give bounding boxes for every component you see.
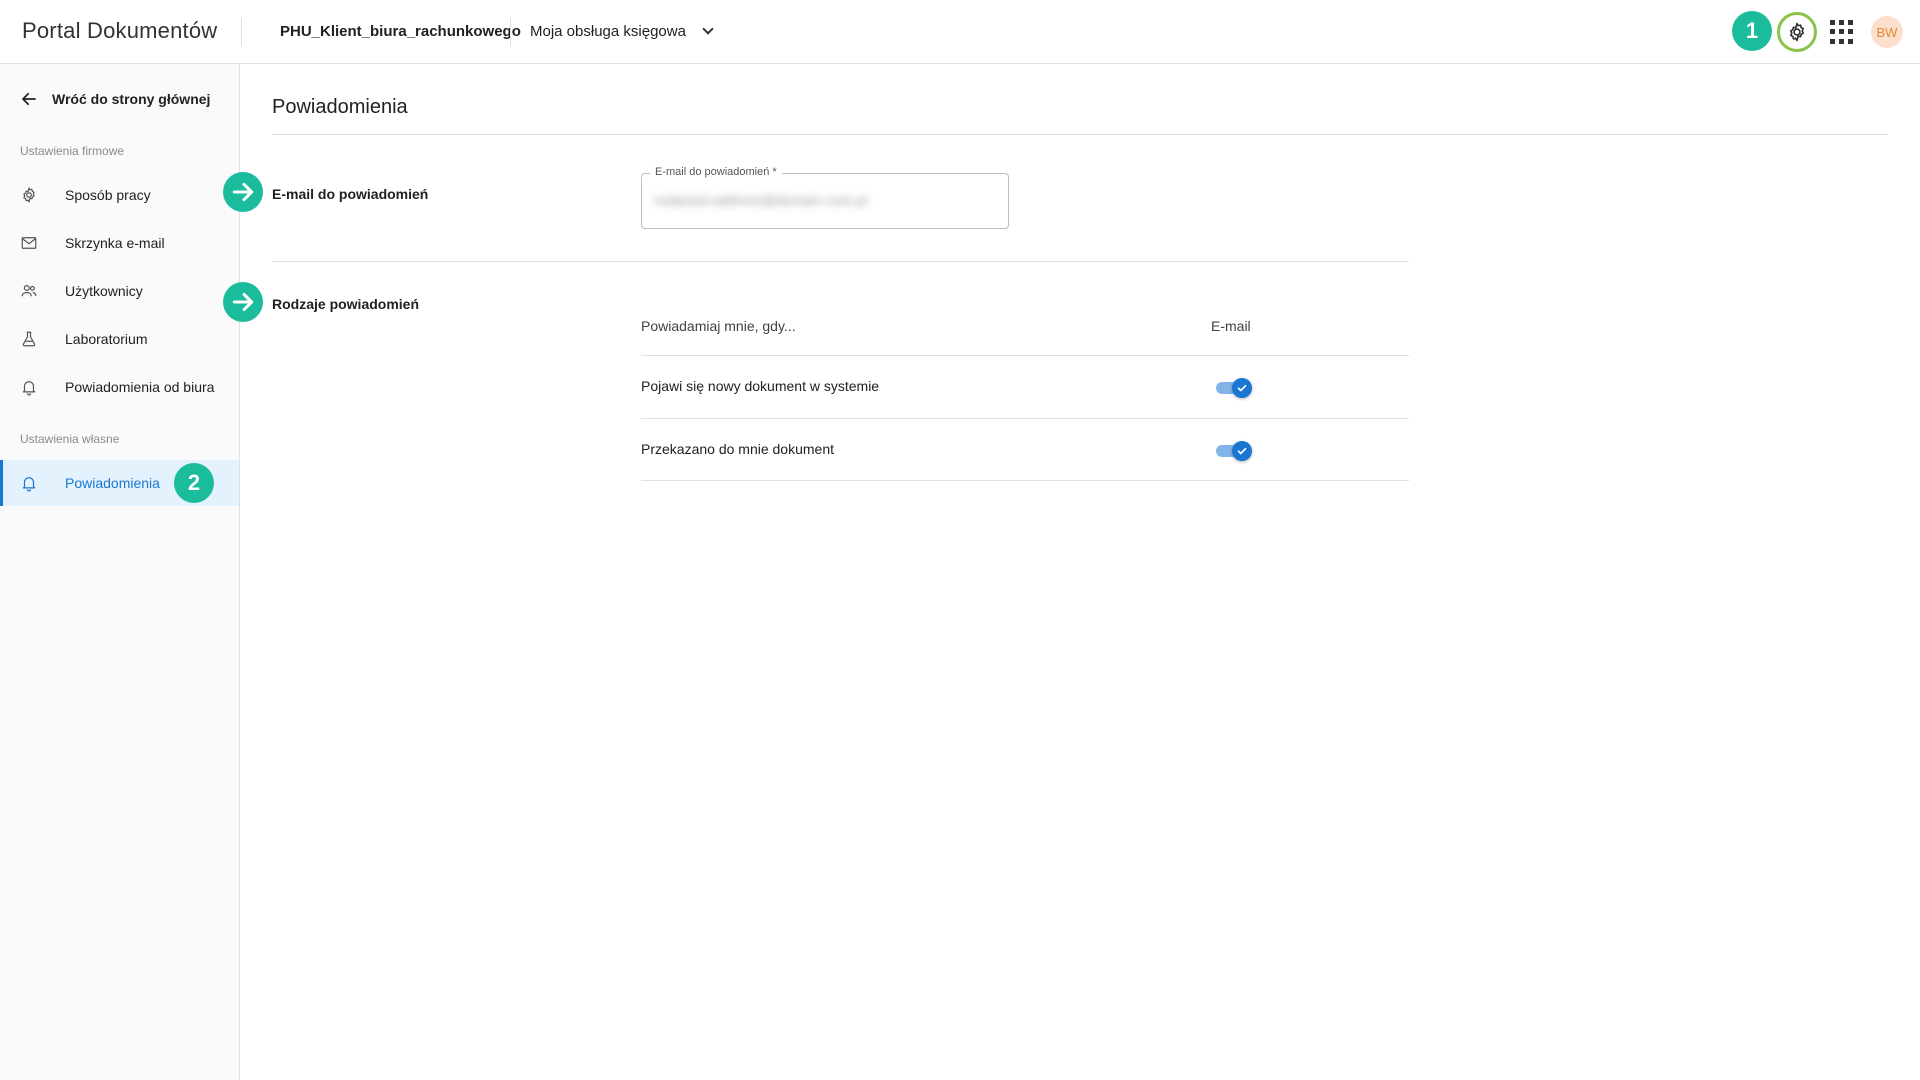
column-header-email: E-mail: [1211, 318, 1251, 334]
arrow-right-icon: [223, 282, 263, 322]
row-label: Przekazano do mnie dokument: [641, 441, 834, 457]
check-icon: [1237, 384, 1247, 392]
email-toggle[interactable]: [1214, 439, 1254, 463]
brand-logo[interactable]: Portal Dokumentów: [22, 18, 217, 44]
sidebar-item-label: Sposób pracy: [65, 187, 151, 203]
bell-icon: [20, 474, 38, 492]
sidebar-item-label: Użytkownicy: [65, 283, 143, 299]
bell-icon: [20, 378, 38, 396]
arrow-right-icon: [223, 172, 263, 212]
back-to-home-link[interactable]: Wróć do strony głównej: [20, 90, 210, 108]
email-field-label: E-mail do powiadomień *: [650, 166, 782, 178]
avatar[interactable]: BW: [1871, 16, 1903, 48]
row-label: Pojawi się nowy dokument w systemie: [641, 378, 880, 394]
header-divider: [241, 18, 242, 46]
email-field[interactable]: E-mail do powiadomień * redacted.address…: [641, 166, 1009, 229]
notification-types-label: Rodzaje powiadomień: [272, 296, 420, 312]
sidebar-item-laboratory[interactable]: Laboratorium: [0, 316, 239, 362]
sidebar-item-work-mode[interactable]: Sposób pracy: [0, 172, 239, 218]
step-badge-2: 2: [174, 463, 214, 503]
settings-button[interactable]: [1777, 12, 1817, 52]
mail-icon: [20, 234, 38, 252]
gear-icon: [20, 186, 38, 204]
email-row-label: E-mail do powiadomień: [272, 186, 429, 202]
email-field-value: redacted.address@domain.com.pl: [654, 192, 868, 208]
sidebar-item-users[interactable]: Użytkownicy: [0, 268, 239, 314]
users-icon: [20, 282, 38, 300]
arrow-left-icon: [22, 92, 36, 106]
header-divider: [510, 18, 511, 46]
page-title: Powiadomienia: [272, 96, 408, 118]
section-label-own: Ustawienia własne: [20, 432, 120, 446]
top-bar: Portal Dokumentów PHU_Klient_biura_rachu…: [0, 0, 1920, 64]
sidebar-item-label: Laboratorium: [65, 331, 148, 347]
gear-icon: [1789, 22, 1805, 42]
check-icon: [1237, 447, 1247, 455]
sidebar-item-label: Powiadomienia: [65, 475, 160, 491]
sidebar-item-label: Powiadomienia od biura: [65, 379, 215, 395]
client-name: PHU_Klient_biura_rachunkowego: [280, 23, 521, 40]
title-divider: [272, 134, 1888, 135]
apps-grid-button[interactable]: [1830, 20, 1854, 44]
sidebar-item-label: Skrzynka e-mail: [65, 235, 165, 251]
section-label-company: Ustawienia firmowe: [20, 144, 125, 158]
chevron-down-icon: [702, 23, 714, 35]
email-toggle[interactable]: [1214, 376, 1254, 400]
service-label: Moja obsługa księgowa: [530, 23, 686, 40]
service-dropdown[interactable]: Moja obsługa księgowa: [530, 23, 714, 40]
table-row: Pojawi się nowy dokument w systemie: [641, 355, 1409, 418]
column-header-event: Powiadamiaj mnie, gdy...: [641, 318, 796, 334]
flask-icon: [20, 330, 38, 348]
sidebar-item-office-notifications[interactable]: Powiadomienia od biura: [0, 364, 239, 410]
sidebar: Wróć do strony głównej Ustawienia firmow…: [0, 64, 240, 1080]
section-divider: [272, 261, 1409, 262]
table-row: Przekazano do mnie dokument: [641, 418, 1409, 481]
back-label: Wróć do strony głównej: [52, 91, 211, 107]
step-badge-1: 1: [1732, 11, 1772, 51]
sidebar-item-email-box[interactable]: Skrzynka e-mail: [0, 220, 239, 266]
